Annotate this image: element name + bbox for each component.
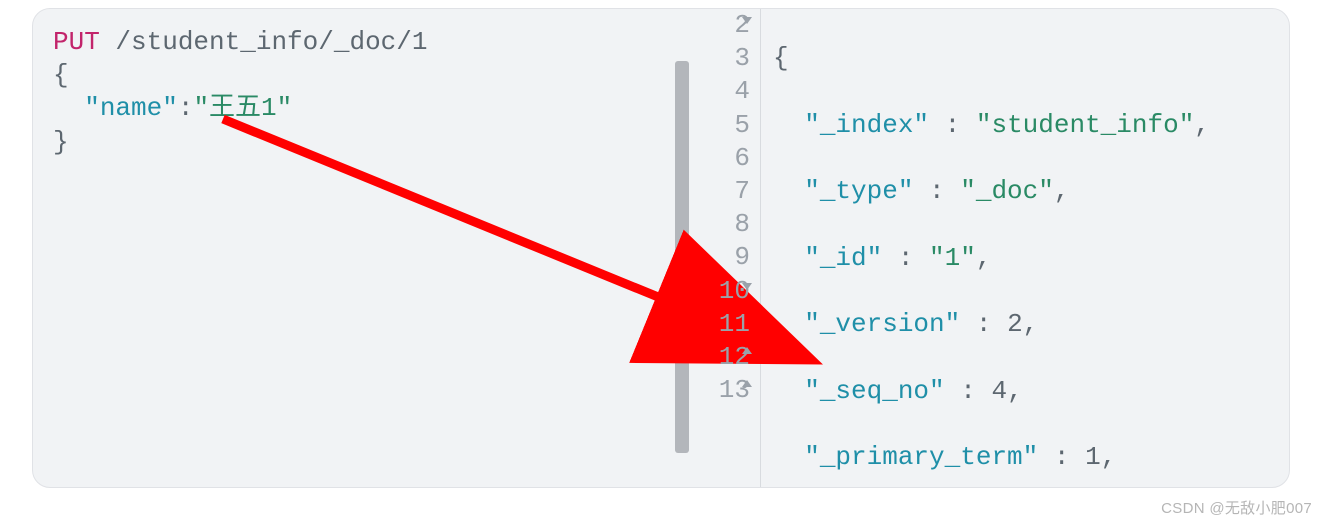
colon: : [960, 309, 1007, 339]
line-number: 10 [719, 276, 750, 306]
request-panel[interactable]: PUT /student_info/_doc/1 { "name":"王五1" … [33, 9, 693, 487]
watermark-text: CSDN @无敌小肥007 [1161, 497, 1312, 518]
code-container: PUT /student_info/_doc/1 { "name":"王五1" … [32, 8, 1290, 488]
val-version: 2 [1007, 309, 1023, 339]
line-number: 5 [734, 110, 750, 140]
request-line-1: PUT /student_info/_doc/1 [53, 27, 683, 60]
brace-open: { [773, 43, 789, 73]
line-number: 7 [734, 176, 750, 206]
line-number: 3 [734, 43, 750, 73]
val-type: "_doc" [960, 176, 1054, 206]
scrollbar-vertical[interactable] [675, 61, 689, 453]
line-number: 9 [734, 242, 750, 272]
fold-caret-up-icon[interactable] [742, 347, 752, 354]
key-version: "_version" [804, 309, 960, 339]
brace-open: { [53, 60, 69, 90]
line-number: 4 [734, 76, 750, 106]
response-code: { "_index" : "student_info", "_type" : "… [761, 9, 1289, 487]
comma: , [1023, 309, 1039, 339]
key-type: "_type" [804, 176, 913, 206]
http-path: /student_info/_doc/1 [115, 27, 427, 57]
colon: : [913, 176, 960, 206]
comma: , [976, 243, 992, 273]
line-number: 8 [734, 209, 750, 239]
val-primary-term: 1 [1085, 442, 1101, 472]
line-number: 11 [719, 309, 750, 339]
line-number: 2 [734, 10, 750, 40]
colon: : [1038, 442, 1085, 472]
colon: : [945, 376, 992, 406]
http-method: PUT [53, 27, 100, 57]
key-id: "_id" [804, 243, 882, 273]
colon: : [178, 93, 194, 123]
brace-close: } [53, 127, 69, 157]
comma: , [1101, 442, 1117, 472]
key-seqno: "_seq_no" [804, 376, 944, 406]
fold-caret-icon[interactable] [742, 17, 752, 24]
fold-caret-up-icon[interactable] [742, 380, 752, 387]
colon: : [882, 243, 929, 273]
request-body-line: "name":"王五1" [53, 93, 683, 126]
line-number: 6 [734, 143, 750, 173]
fold-caret-icon[interactable] [742, 283, 752, 290]
val-index: "student_info" [976, 110, 1194, 140]
response-panel[interactable]: 2 3 4 5 6 7 8 9 10 11 12 13 { "_index" :… [693, 9, 1289, 487]
val-id: "1" [929, 243, 976, 273]
colon: : [929, 110, 976, 140]
body-key-name: "name" [84, 93, 178, 123]
val-seqno: 4 [991, 376, 1007, 406]
key-primary-term: "_primary_term" [804, 442, 1038, 472]
comma: , [1054, 176, 1070, 206]
comma: , [1194, 110, 1210, 140]
body-value-name: "王五1" [193, 93, 292, 123]
line-number-gutter: 2 3 4 5 6 7 8 9 10 11 12 13 [693, 9, 761, 487]
comma: , [1007, 376, 1023, 406]
key-index: "_index" [804, 110, 929, 140]
